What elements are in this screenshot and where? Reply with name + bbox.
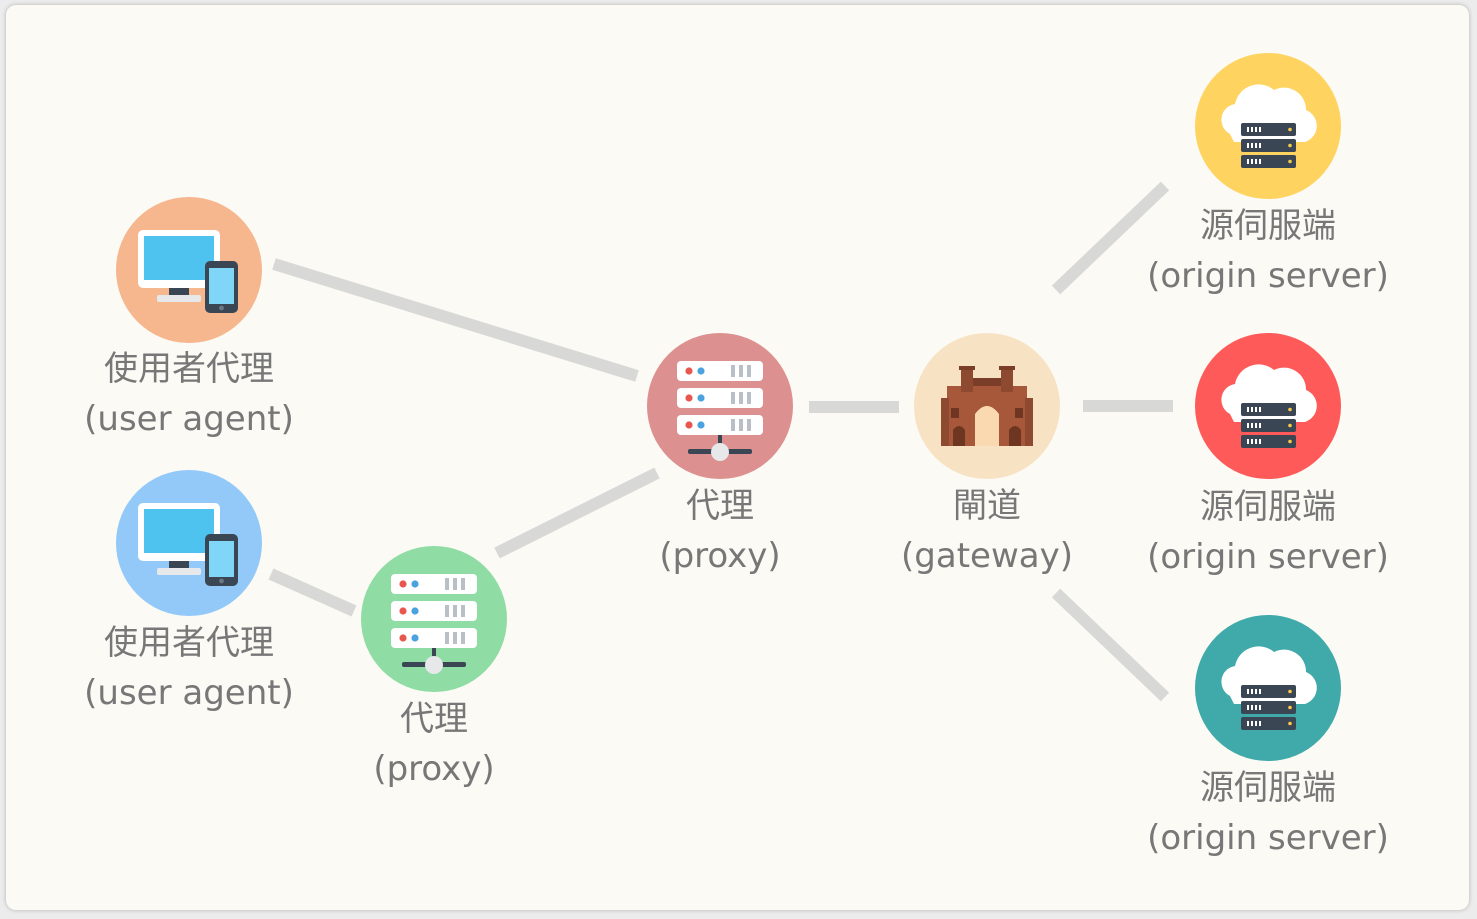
label-origin-1: 源伺服端 (origin server) — [1123, 201, 1413, 301]
label-origin-3: 源伺服端 (origin server) — [1123, 763, 1413, 863]
connector-user-agent-2-to-proxy-2 — [268, 568, 357, 617]
label-zh: 代理 — [686, 486, 754, 526]
node-origin-3 — [1195, 615, 1341, 761]
label-en: (user agent) — [84, 673, 294, 713]
label-user-agent-2: 使用者代理 (user agent) — [59, 618, 319, 718]
label-zh: 閘道 — [953, 486, 1021, 526]
label-en: (origin server) — [1147, 537, 1389, 577]
label-zh: 源伺服端 — [1200, 768, 1336, 808]
label-proxy-1: 代理 (proxy) — [620, 481, 820, 581]
label-origin-2: 源伺服端 (origin server) — [1123, 482, 1413, 582]
node-gateway — [914, 333, 1060, 479]
label-zh: 代理 — [400, 699, 468, 739]
label-en: (gateway) — [901, 536, 1073, 576]
node-user-agent-2 — [116, 470, 262, 616]
node-proxy-1 — [647, 333, 793, 479]
connector-gateway-to-origin-3 — [1051, 588, 1170, 702]
node-proxy-2 — [361, 546, 507, 692]
label-en: (proxy) — [373, 749, 495, 789]
label-en: (origin server) — [1147, 256, 1389, 296]
label-en: (origin server) — [1147, 818, 1389, 858]
connector-user-agent-1-to-proxy-1 — [272, 258, 639, 382]
label-zh: 使用者代理 — [104, 349, 274, 389]
label-gateway: 閘道 (gateway) — [877, 481, 1097, 581]
label-user-agent-1: 使用者代理 (user agent) — [59, 344, 319, 444]
label-zh: 源伺服端 — [1200, 206, 1336, 246]
node-origin-1 — [1195, 53, 1341, 199]
label-zh: 源伺服端 — [1200, 487, 1336, 527]
label-en: (user agent) — [84, 399, 294, 439]
label-zh: 使用者代理 — [104, 623, 274, 663]
node-origin-2 — [1195, 333, 1341, 479]
label-proxy-2: 代理 (proxy) — [334, 694, 534, 794]
label-en: (proxy) — [659, 536, 781, 576]
node-user-agent-1 — [116, 197, 262, 343]
